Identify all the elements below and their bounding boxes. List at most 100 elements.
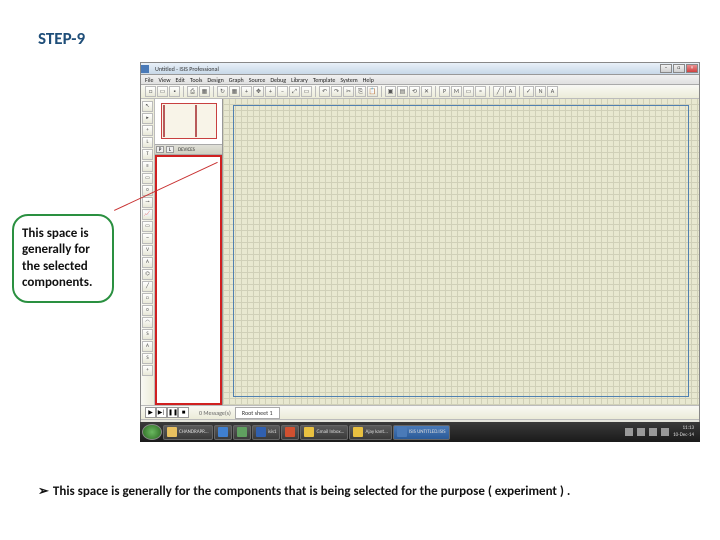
area-icon[interactable]: ▦ xyxy=(199,86,210,97)
origin-icon[interactable]: + xyxy=(241,86,252,97)
zoom-all-icon[interactable]: ⤢ xyxy=(289,86,300,97)
clock[interactable]: 11:13 10-Dec-14 xyxy=(673,425,694,439)
line-2d-icon[interactable]: ╱ xyxy=(142,281,153,292)
menu-file[interactable]: File xyxy=(145,76,154,84)
tray-icon[interactable] xyxy=(637,428,645,436)
menu-view[interactable]: View xyxy=(159,76,171,84)
overview-panel[interactable] xyxy=(155,99,222,145)
wire-label-icon[interactable]: L xyxy=(142,137,153,148)
menu-tools[interactable]: Tools xyxy=(190,76,202,84)
menu-template[interactable]: Template xyxy=(313,76,335,84)
volume-icon[interactable] xyxy=(661,428,669,436)
box-2d-icon[interactable]: □ xyxy=(142,293,153,304)
block-rotate-icon[interactable]: ⟲ xyxy=(409,86,420,97)
paste-icon[interactable]: 📋 xyxy=(367,86,378,97)
save-icon[interactable]: ▪ xyxy=(169,86,180,97)
taskbar-item[interactable]: Gmail Inbox... xyxy=(300,425,348,440)
instruments-icon[interactable]: ⌬ xyxy=(142,269,153,280)
current-probe-icon[interactable]: A xyxy=(142,257,153,268)
device-pin-icon[interactable]: ⊸ xyxy=(142,197,153,208)
taskbar-item[interactable] xyxy=(214,425,232,440)
play-button[interactable]: ▶ xyxy=(145,407,156,418)
system-tray: 11:13 10-Dec-14 xyxy=(625,425,698,439)
menu-system[interactable]: System xyxy=(340,76,357,84)
chrome-icon xyxy=(304,427,314,437)
undo-icon[interactable]: ↶ xyxy=(319,86,330,97)
callout-box: This space is generally for the selected… xyxy=(12,214,114,303)
symbol-icon[interactable]: S xyxy=(142,353,153,364)
pause-button[interactable]: ❚❚ xyxy=(167,407,178,418)
menu-library[interactable]: Library xyxy=(291,76,308,84)
text-icon[interactable]: A xyxy=(505,86,516,97)
text-2d-icon[interactable]: A xyxy=(142,341,153,352)
menu-edit[interactable]: Edit xyxy=(176,76,185,84)
tape-icon[interactable]: ▭ xyxy=(142,221,153,232)
taskbar-item[interactable] xyxy=(281,425,299,440)
maximize-button[interactable]: □ xyxy=(673,64,685,73)
design-canvas[interactable] xyxy=(223,99,699,405)
copy-icon[interactable]: ⎘ xyxy=(355,86,366,97)
refresh-icon[interactable]: ↻ xyxy=(217,86,228,97)
app-icon xyxy=(237,427,247,437)
library-button[interactable]: L xyxy=(166,146,174,153)
taskbar-item[interactable]: Ajay kant... xyxy=(349,425,391,440)
make-icon[interactable]: M xyxy=(451,86,462,97)
open-file-icon[interactable]: ▭ xyxy=(157,86,168,97)
generator-icon[interactable]: ~ xyxy=(142,233,153,244)
zoom-in-icon[interactable]: + xyxy=(265,86,276,97)
print-icon[interactable]: ⎙ xyxy=(187,86,198,97)
text-script-icon[interactable]: T xyxy=(142,149,153,160)
tray-icon[interactable] xyxy=(625,428,633,436)
zoom-out-icon[interactable]: − xyxy=(277,86,288,97)
taskbar-item[interactable] xyxy=(233,425,251,440)
cut-icon[interactable]: ✂ xyxy=(343,86,354,97)
messages-count[interactable]: 0 Message(s) xyxy=(199,409,231,417)
new-file-icon[interactable]: □ xyxy=(145,86,156,97)
taskbar-item[interactable]: CHANDRAPR... xyxy=(163,425,213,440)
decompose-icon[interactable]: ▫ xyxy=(475,86,486,97)
selection-mode-icon[interactable]: ↖ xyxy=(142,101,153,112)
marker-icon[interactable]: + xyxy=(142,365,153,376)
step-title: STEP-9 xyxy=(38,28,85,49)
component-mode-icon[interactable]: ▸ xyxy=(142,113,153,124)
pick-devices-button[interactable]: P xyxy=(156,146,164,153)
graph-icon[interactable]: 📈 xyxy=(142,209,153,220)
menu-design[interactable]: Design xyxy=(207,76,223,84)
junction-icon[interactable]: + xyxy=(142,125,153,136)
pick-icon[interactable]: P xyxy=(439,86,450,97)
path-2d-icon[interactable]: S xyxy=(142,329,153,340)
block-copy-icon[interactable]: ▣ xyxy=(385,86,396,97)
circle-2d-icon[interactable]: ○ xyxy=(142,305,153,316)
bus-icon[interactable]: ≡ xyxy=(142,161,153,172)
block-move-icon[interactable]: ▤ xyxy=(397,86,408,97)
step-button[interactable]: ▶| xyxy=(156,407,167,418)
arc-2d-icon[interactable]: ◠ xyxy=(142,317,153,328)
erc-icon[interactable]: ✓ xyxy=(523,86,534,97)
netlist-icon[interactable]: N xyxy=(535,86,546,97)
redo-icon[interactable]: ↷ xyxy=(331,86,342,97)
network-icon[interactable] xyxy=(649,428,657,436)
menu-help[interactable]: Help xyxy=(363,76,374,84)
grid-icon[interactable]: ▦ xyxy=(229,86,240,97)
components-panel[interactable] xyxy=(155,155,222,405)
start-button[interactable] xyxy=(142,424,162,440)
block-delete-icon[interactable]: ✕ xyxy=(421,86,432,97)
taskbar-item-active[interactable]: ISIS UNTITLED.ISIS xyxy=(393,425,450,440)
menu-graph[interactable]: Graph xyxy=(229,76,244,84)
sheet-tab[interactable]: Root sheet 1 xyxy=(235,407,280,419)
taskbar-item[interactable]: isis1 xyxy=(252,425,281,440)
subcircuit-icon[interactable]: ▭ xyxy=(142,173,153,184)
minimize-button[interactable]: – xyxy=(660,64,672,73)
stop-button[interactable]: ■ xyxy=(178,407,189,418)
package-icon[interactable]: ▭ xyxy=(463,86,474,97)
menu-debug[interactable]: Debug xyxy=(270,76,286,84)
menu-source[interactable]: Source xyxy=(249,76,266,84)
titlebar: Untitled - ISIS Professional – □ × xyxy=(141,63,699,75)
zoom-area-icon[interactable]: ▭ xyxy=(301,86,312,97)
powerpoint-icon xyxy=(285,427,295,437)
close-button[interactable]: × xyxy=(686,64,698,73)
ares-icon[interactable]: A xyxy=(547,86,558,97)
voltage-probe-icon[interactable]: V xyxy=(142,245,153,256)
pan-icon[interactable]: ✥ xyxy=(253,86,264,97)
wire-icon[interactable]: ╱ xyxy=(493,86,504,97)
